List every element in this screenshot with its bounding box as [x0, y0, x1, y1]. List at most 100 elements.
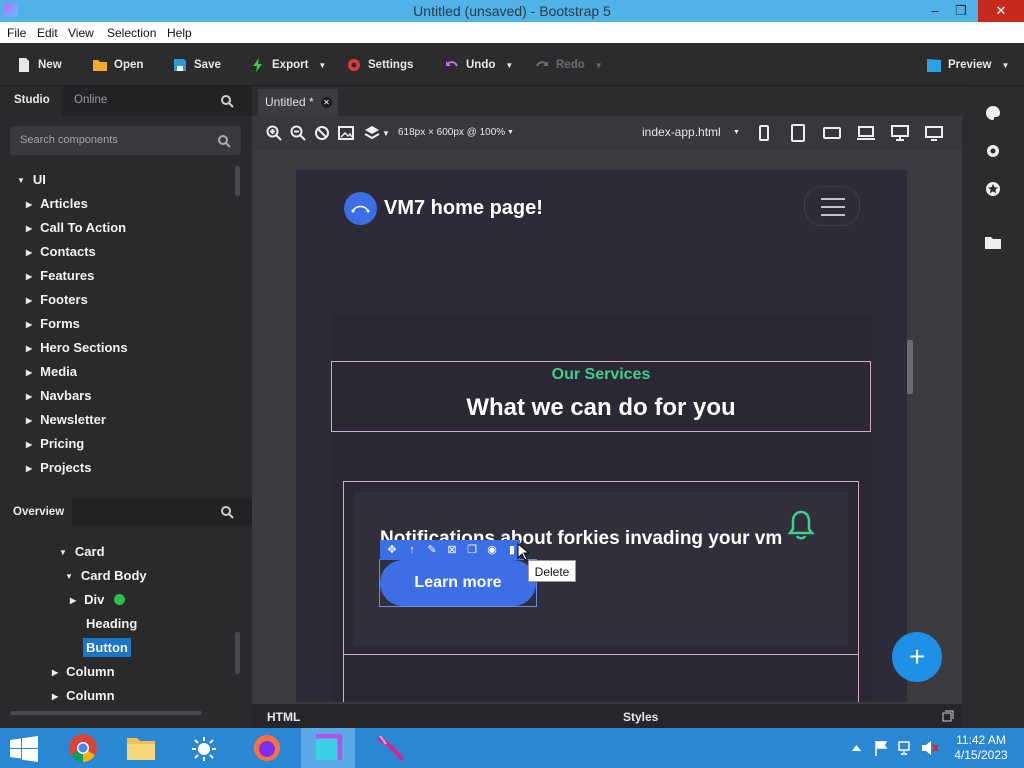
- overview-item-card[interactable]: ▼ Card: [59, 544, 105, 559]
- viewport-size-label[interactable]: 618px × 600px @ 100%: [398, 127, 505, 138]
- wrap-icon[interactable]: ⊠: [444, 542, 460, 558]
- menu-selection[interactable]: Selection: [107, 26, 156, 40]
- zoom-in-icon[interactable]: [266, 125, 282, 141]
- image-icon[interactable]: [338, 125, 354, 141]
- hamburger-menu-icon[interactable]: [804, 186, 860, 226]
- taskbar-clock[interactable]: 11:42 AM 4/15/2023: [948, 733, 1014, 763]
- overview-scrollbar[interactable]: [235, 632, 240, 674]
- expand-icon[interactable]: [942, 710, 954, 722]
- tree-item-projects[interactable]: ▶ Projects: [26, 460, 91, 475]
- move-icon[interactable]: ✥: [384, 542, 400, 558]
- action-center-flag-icon[interactable]: [874, 740, 890, 756]
- settings-taskbar-app[interactable]: [177, 728, 231, 768]
- file-select[interactable]: index-app.html: [642, 125, 721, 139]
- tree-item-contacts[interactable]: ▶ Contacts: [26, 244, 96, 259]
- firefox-taskbar-app[interactable]: [240, 728, 294, 768]
- tab-studio[interactable]: Studio: [14, 94, 50, 106]
- maximize-button[interactable]: ❐: [944, 0, 978, 22]
- duplicate-icon[interactable]: ❐: [464, 542, 480, 558]
- tablet-landscape-icon[interactable]: [823, 125, 841, 141]
- tablet-icon[interactable]: [789, 124, 807, 142]
- styles-tab[interactable]: Styles: [623, 710, 658, 724]
- pencil-icon[interactable]: ✎: [424, 542, 440, 558]
- search-components-input[interactable]: Search components: [10, 126, 241, 155]
- tree-item-call-to-action[interactable]: ▶ Call To Action: [26, 220, 126, 235]
- tree-item-newsletter[interactable]: ▶ Newsletter: [26, 412, 106, 427]
- palette-icon[interactable]: [985, 105, 1001, 121]
- search-icon[interactable]: [220, 505, 234, 519]
- tab-untitled[interactable]: Untitled * ✕: [258, 89, 338, 116]
- overview-hscrollbar[interactable]: [10, 711, 202, 715]
- arrow-up-icon[interactable]: ↑: [404, 542, 420, 558]
- eyebrow-text[interactable]: Our Services: [332, 366, 870, 384]
- star-icon[interactable]: [985, 181, 1001, 197]
- section-header[interactable]: Our Services What we can do for you: [331, 361, 871, 432]
- windows-start-icon[interactable]: [10, 736, 38, 762]
- chevron-down-icon[interactable]: ▼: [382, 129, 390, 138]
- preview-button[interactable]: Preview ▼: [926, 55, 1009, 75]
- overview-item-card-body[interactable]: ▼ Card Body: [65, 568, 147, 583]
- settings-button[interactable]: Settings: [346, 55, 413, 75]
- bottom-panel-bar: HTML Styles: [252, 704, 962, 728]
- tree-item-hero-sections[interactable]: ▶ Hero Sections: [26, 340, 128, 355]
- tree-item-media[interactable]: ▶ Media: [26, 364, 77, 379]
- save-button[interactable]: Save: [172, 55, 221, 75]
- section-heading[interactable]: What we can do for you: [332, 394, 870, 422]
- bootstrap-studio-taskbar-app[interactable]: [301, 728, 355, 768]
- overview-item-div[interactable]: ▶ Div: [70, 592, 126, 607]
- tree-item-ui[interactable]: ▼ UI: [17, 172, 46, 187]
- tree-item-pricing[interactable]: ▶ Pricing: [26, 436, 84, 451]
- preview-page[interactable]: VM7 home page! Our Services What we can …: [296, 170, 907, 702]
- tray-chevron-up-icon[interactable]: [852, 744, 861, 751]
- feather-app-taskbar-app[interactable]: [364, 728, 418, 768]
- rotate-icon[interactable]: [314, 125, 330, 141]
- add-fab-button[interactable]: +: [892, 632, 942, 682]
- file-explorer-taskbar-app[interactable]: [114, 728, 168, 768]
- folder-icon[interactable]: [985, 235, 1001, 249]
- overview-item-button[interactable]: Button: [83, 638, 131, 657]
- menu-edit[interactable]: Edit: [37, 26, 58, 40]
- network-icon[interactable]: [898, 740, 914, 756]
- menu-file[interactable]: File: [7, 26, 26, 40]
- close-tab-icon[interactable]: ✕: [321, 97, 332, 108]
- zoom-out-icon[interactable]: [290, 125, 306, 141]
- new-button[interactable]: New: [16, 55, 62, 75]
- hide-icon[interactable]: ◉: [484, 542, 500, 558]
- chevron-down-icon: ▼: [318, 60, 327, 70]
- gear-icon[interactable]: [985, 143, 1001, 159]
- tree-item-features[interactable]: ▶ Features: [26, 268, 94, 283]
- chevron-down-icon[interactable]: ▼: [507, 129, 514, 136]
- overview-title[interactable]: Overview: [13, 506, 64, 518]
- components-scrollbar[interactable]: [235, 166, 240, 196]
- chrome-taskbar-app[interactable]: [57, 728, 111, 768]
- laptop-icon[interactable]: [857, 125, 875, 141]
- wide-screen-icon[interactable]: [925, 125, 943, 141]
- tree-item-articles[interactable]: ▶ Articles: [26, 196, 88, 211]
- overview-item-heading[interactable]: Heading: [86, 616, 137, 631]
- brand-logo-icon[interactable]: [344, 192, 377, 225]
- chevron-down-icon[interactable]: ▼: [733, 129, 740, 136]
- undo-button[interactable]: Undo ▼: [444, 55, 513, 75]
- html-tab[interactable]: HTML: [267, 710, 300, 724]
- canvas-scrollbar[interactable]: [907, 340, 913, 394]
- layers-icon[interactable]: [364, 125, 380, 141]
- phone-icon[interactable]: [758, 125, 770, 141]
- overview-item-column[interactable]: ▶ Column: [52, 688, 115, 703]
- export-button[interactable]: Export ▼: [250, 55, 326, 75]
- card[interactable]: [343, 654, 859, 702]
- desktop-icon[interactable]: [891, 124, 909, 142]
- tree-item-forms[interactable]: ▶ Forms: [26, 316, 80, 331]
- close-button[interactable]: ✕: [978, 0, 1024, 22]
- tree-item-footers[interactable]: ▶ Footers: [26, 292, 88, 307]
- brand-title[interactable]: VM7 home page!: [384, 197, 543, 220]
- menu-view[interactable]: View: [68, 26, 94, 40]
- learn-more-button[interactable]: Learn more: [380, 560, 536, 606]
- open-button[interactable]: Open: [92, 55, 143, 75]
- tree-item-navbars[interactable]: ▶ Navbars: [26, 388, 91, 403]
- menu-help[interactable]: Help: [167, 26, 192, 40]
- redo-button[interactable]: Redo ▼: [534, 55, 603, 75]
- volume-muted-icon[interactable]: [921, 740, 939, 756]
- tab-online[interactable]: Online: [74, 94, 107, 106]
- search-icon[interactable]: [220, 94, 234, 108]
- overview-item-column[interactable]: ▶ Column: [52, 664, 115, 679]
